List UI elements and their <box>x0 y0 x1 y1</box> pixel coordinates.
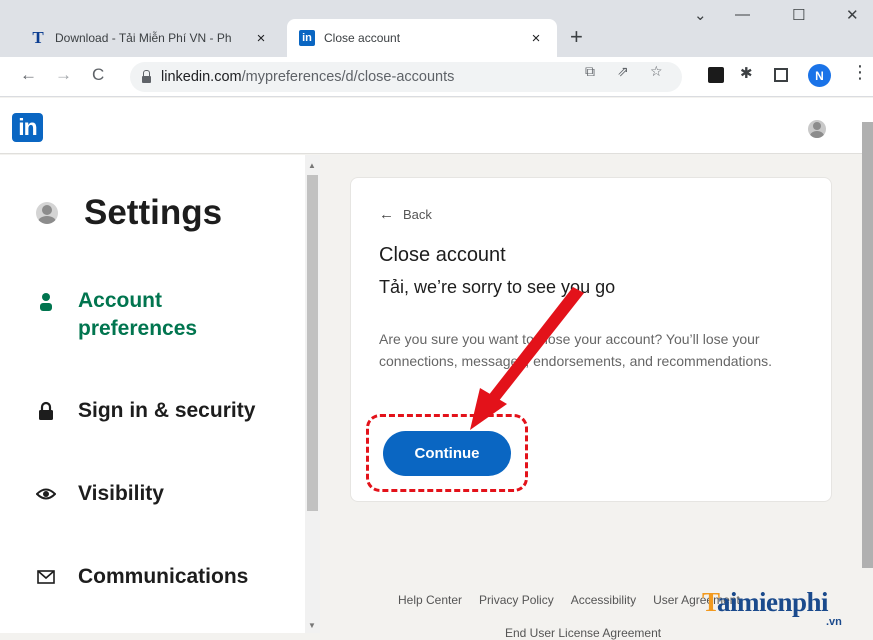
footer-link-eula[interactable]: End User License Agreement <box>505 626 661 640</box>
footer-link-help-center[interactable]: Help Center <box>398 593 462 607</box>
footer-link-privacy-policy[interactable]: Privacy Policy <box>479 593 554 607</box>
watermark-text: Taimienphi <box>702 587 829 617</box>
red-arrow-annotation <box>470 287 584 430</box>
footer-link-accessibility[interactable]: Accessibility <box>571 593 636 607</box>
watermark-suffix: .vn <box>826 616 842 628</box>
taimienphi-watermark: Taimienphi .vn <box>690 583 873 633</box>
